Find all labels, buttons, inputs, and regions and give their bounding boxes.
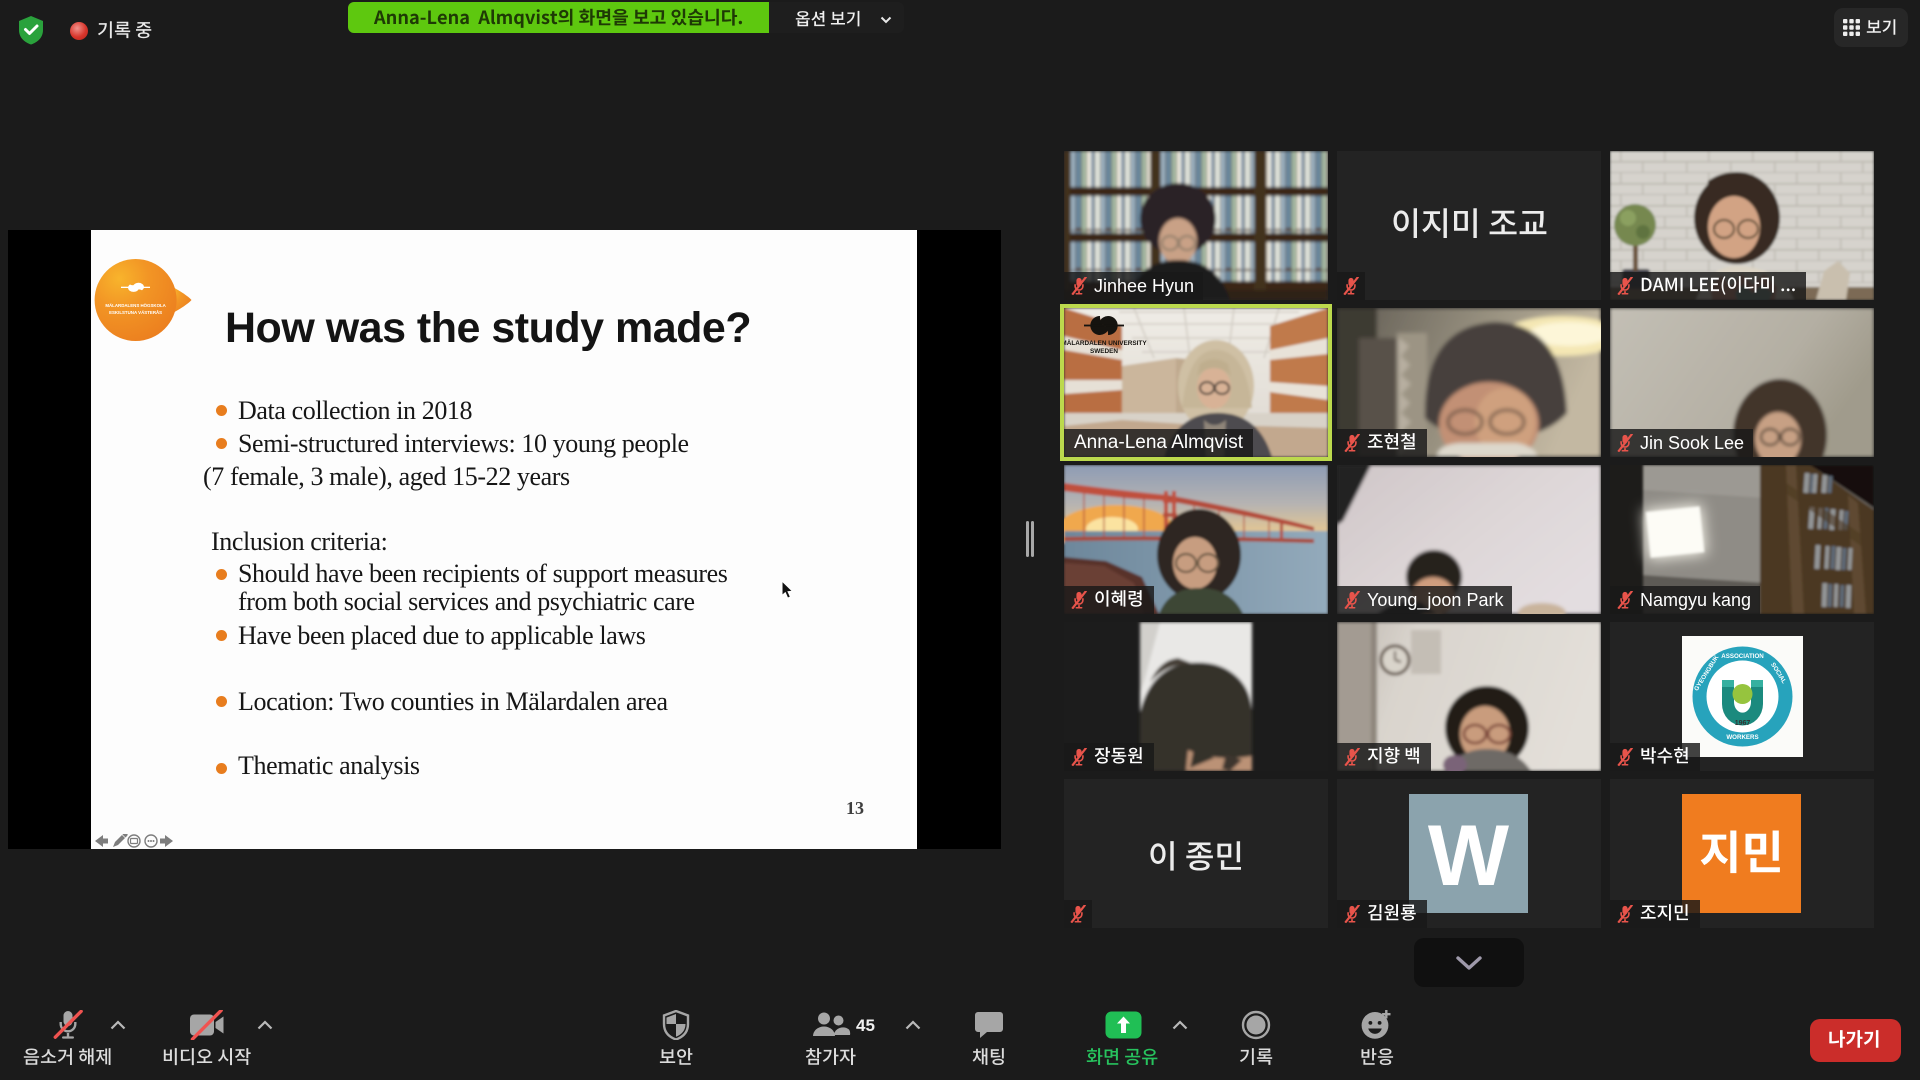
- svg-text:SWEDEN: SWEDEN: [1090, 348, 1118, 355]
- svg-text:ESKILSTUNA VÄSTERÅS: ESKILSTUNA VÄSTERÅS: [109, 310, 162, 315]
- svg-text:1967: 1967: [1735, 720, 1751, 727]
- svg-text:ASSOCIATION: ASSOCIATION: [1721, 653, 1764, 660]
- svg-text:MÄLARDALENS HÖGSKOLA: MÄLARDALENS HÖGSKOLA: [105, 303, 166, 308]
- svg-text:W: W: [1428, 808, 1510, 904]
- svg-text:WORKERS: WORKERS: [1726, 734, 1758, 741]
- svg-text:MÄLARDALEN UNIVERSITY: MÄLARDALEN UNIVERSITY: [1064, 339, 1147, 347]
